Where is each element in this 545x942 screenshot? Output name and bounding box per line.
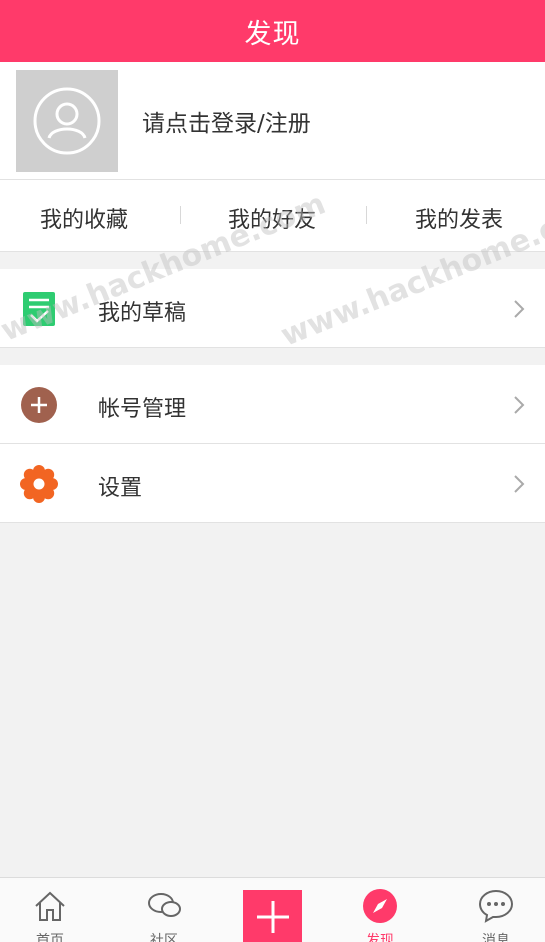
menu-item-settings[interactable]: 设置 — [0, 444, 545, 523]
menu-item-label: 帐号管理 — [98, 397, 187, 422]
tab-label: 发现 — [366, 933, 394, 942]
home-icon — [35, 891, 65, 921]
profile-stats: 我的收藏 我的好友 我的发表 — [0, 180, 545, 252]
chevron-right-icon — [514, 475, 525, 493]
my-favorites-button[interactable]: 我的收藏 — [40, 202, 128, 234]
menu-item-label: 我的草稿 — [98, 301, 187, 326]
my-posts-button[interactable]: 我的发表 — [415, 202, 503, 234]
menu-item-label: 设置 — [98, 476, 143, 501]
menu-item-drafts[interactable]: 我的草稿 — [0, 269, 545, 348]
plus-icon — [256, 901, 289, 933]
top-header: 发现 — [0, 0, 545, 62]
profile-section[interactable]: 请点击登录/注册 — [0, 62, 545, 180]
chevron-right-icon — [514, 300, 525, 318]
tab-community[interactable]: 社区 — [124, 878, 204, 942]
tab-label: 首页 — [36, 933, 64, 942]
add-circle-icon — [21, 387, 57, 423]
tab-home[interactable]: 首页 — [10, 878, 90, 942]
bottom-tab-bar: 首页 社区 发现 消息 — [0, 877, 545, 942]
message-icon — [478, 889, 514, 923]
tab-label: 社区 — [150, 933, 178, 942]
divider — [366, 206, 367, 224]
tab-discover[interactable]: 发现 — [340, 878, 420, 942]
avatar[interactable] — [16, 70, 118, 172]
page-title: 发现 — [244, 18, 301, 50]
chevron-right-icon — [514, 396, 525, 414]
add-post-button[interactable] — [243, 890, 302, 942]
divider — [180, 206, 181, 224]
my-friends-button[interactable]: 我的好友 — [228, 202, 316, 234]
compass-icon — [363, 889, 397, 923]
draft-icon — [23, 292, 55, 326]
tab-messages[interactable]: 消息 — [456, 878, 536, 942]
user-icon — [33, 87, 101, 155]
gear-icon — [20, 465, 58, 503]
tab-label: 消息 — [482, 933, 510, 942]
login-register-link[interactable]: 请点击登录/注册 — [142, 104, 311, 138]
menu-item-account[interactable]: 帐号管理 — [0, 365, 545, 444]
chat-bubbles-icon — [148, 893, 181, 917]
